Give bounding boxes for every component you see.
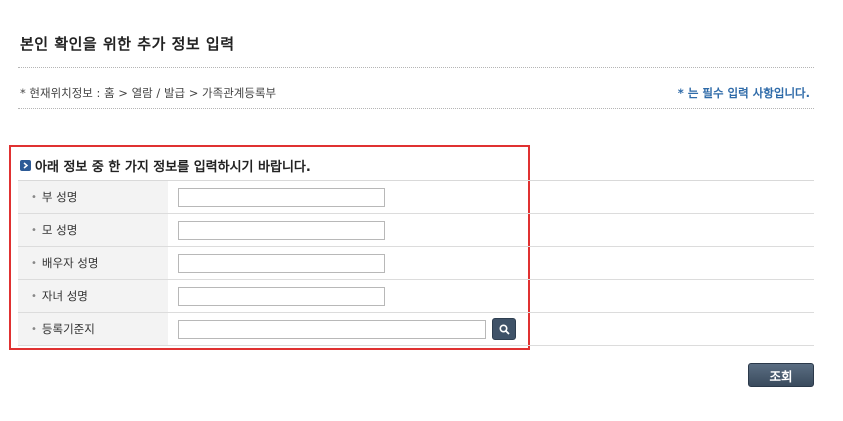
mother-name-label: 모 성명 bbox=[41, 223, 78, 237]
required-note: * 는 필수 입력 사항입니다. bbox=[677, 86, 810, 100]
spouse-name-label: 배우자 성명 bbox=[41, 256, 99, 270]
child-name-label: 자녀 성명 bbox=[41, 289, 88, 303]
section-title: 아래 정보 중 한 가지 정보를 입력하시기 바랍니다. bbox=[20, 156, 311, 175]
row-field bbox=[168, 313, 814, 345]
form-row-child: • 자녀 성명 bbox=[18, 280, 814, 313]
submit-button[interactable]: 조회 bbox=[748, 363, 814, 387]
bullet-icon: • bbox=[31, 191, 37, 203]
row-label: • 부 성명 bbox=[18, 181, 168, 213]
spouse-name-input[interactable] bbox=[178, 253, 385, 273]
search-icon bbox=[498, 323, 510, 335]
row-label: • 모 성명 bbox=[18, 214, 168, 246]
breadcrumb: * 현재위치정보 : 홈 > 열람 / 발급 > 가족관계등록부 bbox=[20, 85, 276, 101]
form-row-father: • 부 성명 bbox=[18, 181, 814, 214]
bullet-icon: • bbox=[31, 224, 37, 236]
row-field bbox=[168, 247, 814, 279]
row-field bbox=[168, 181, 814, 213]
page-title: 본인 확인을 위한 추가 정보 입력 bbox=[20, 35, 235, 53]
row-label: • 등록기준지 bbox=[18, 313, 168, 345]
form-row-spouse: • 배우자 성명 bbox=[18, 247, 814, 280]
mother-name-input[interactable] bbox=[178, 220, 385, 240]
breadcrumb-text: * 현재위치정보 : 홈 > 열람 / 발급 > 가족관계등록부 bbox=[20, 86, 277, 100]
father-name-input[interactable] bbox=[178, 187, 385, 207]
registration-base-label: 등록기준지 bbox=[41, 322, 95, 336]
form-row-mother: • 모 성명 bbox=[18, 214, 814, 247]
row-field bbox=[168, 214, 814, 246]
registration-base-input[interactable] bbox=[178, 319, 486, 339]
search-button[interactable] bbox=[492, 318, 516, 340]
bullet-icon: • bbox=[31, 257, 37, 269]
father-name-label: 부 성명 bbox=[41, 190, 78, 204]
row-label: • 자녀 성명 bbox=[18, 280, 168, 312]
form-row-registration-base: • 등록기준지 bbox=[18, 313, 814, 346]
child-name-input[interactable] bbox=[178, 286, 385, 306]
bullet-icon: • bbox=[31, 323, 37, 335]
section-title-text: 아래 정보 중 한 가지 정보를 입력하시기 바랍니다. bbox=[35, 160, 311, 175]
info-form: • 부 성명 • 모 성명 • 배우자 성명 • 자녀 성명 • 등록기준지 bbox=[18, 180, 814, 346]
divider-bottom bbox=[18, 108, 814, 109]
arrow-right-icon bbox=[20, 160, 31, 171]
row-label: • 배우자 성명 bbox=[18, 247, 168, 279]
row-field bbox=[168, 280, 814, 312]
bullet-icon: • bbox=[31, 290, 37, 302]
divider-top bbox=[18, 67, 814, 68]
